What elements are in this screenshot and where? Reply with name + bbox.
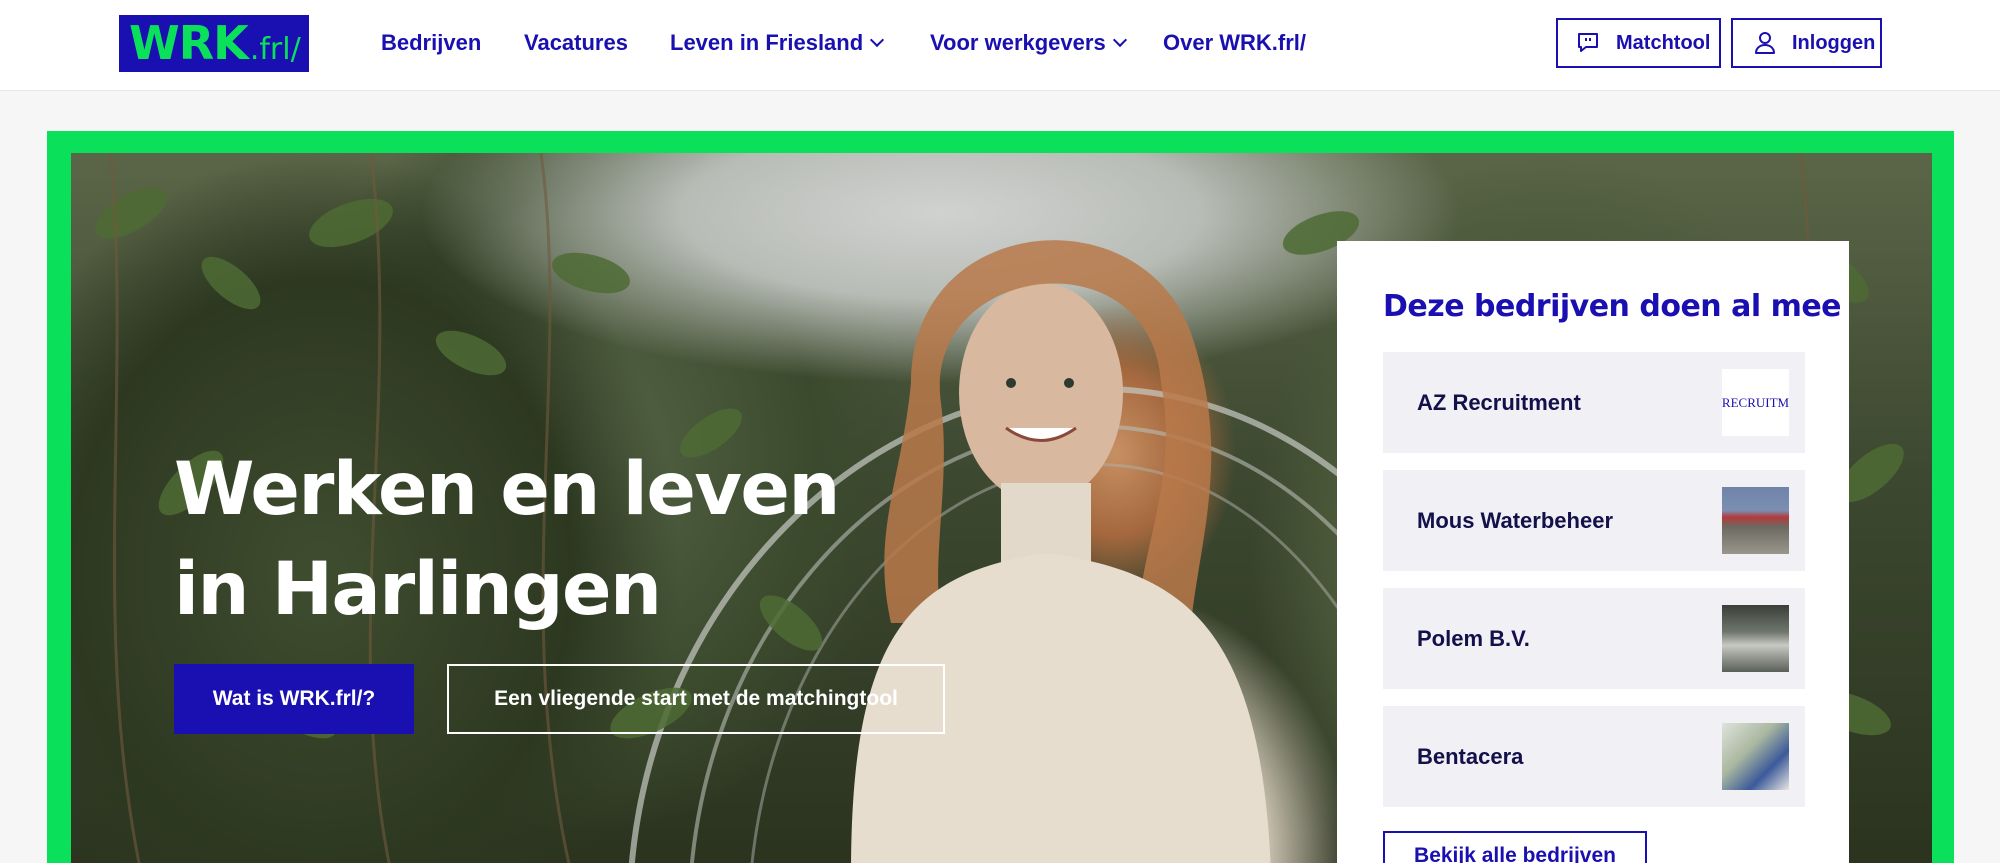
nav-item-bedrijven[interactable]: Bedrijven — [381, 30, 481, 56]
company-name: Bentacera — [1417, 743, 1524, 769]
nav-label: Bedrijven — [381, 30, 482, 55]
company-name: Polem B.V. — [1417, 625, 1530, 651]
view-all-companies-button[interactable]: Bekijk alle bedrijven — [1383, 831, 1647, 863]
company-item-polem[interactable]: Polem B.V. — [1383, 588, 1805, 689]
nav-label: Vacatures — [524, 30, 628, 55]
wrk-logo[interactable]: WRK .frl/ — [119, 15, 309, 72]
nav-item-over-wrk[interactable]: Over WRK.frl/ — [1163, 30, 1306, 56]
matchingtool-start-button[interactable]: Een vliegende start met de matchingtool — [447, 664, 945, 734]
what-is-wrk-button[interactable]: Wat is WRK.frl/? — [174, 664, 414, 734]
companies-card: Deze bedrijven doen al mee AZ Recruitmen… — [1337, 241, 1849, 863]
matchtool-button[interactable]: Matchtool — [1556, 18, 1721, 68]
logo-main-text: WRK — [129, 16, 249, 70]
company-photo — [1722, 723, 1789, 790]
nav-item-voor-werkgevers[interactable]: Voor werkgevers — [930, 30, 1127, 56]
company-logo: RECRUITM — [1722, 369, 1789, 436]
user-icon — [1755, 32, 1775, 54]
chevron-down-icon — [870, 32, 885, 48]
nav-label: Leven in Friesland — [670, 30, 864, 55]
nav-label: Voor werkgevers — [930, 30, 1106, 55]
logo-suffix-text: .frl/ — [249, 32, 301, 67]
login-label: Inloggen — [1792, 31, 1876, 54]
nav-item-vacatures[interactable]: Vacatures — [524, 30, 628, 56]
company-photo — [1722, 605, 1789, 672]
matchtool-label: Matchtool — [1616, 31, 1711, 54]
company-photo — [1722, 487, 1789, 554]
nav-label: Over WRK.frl/ — [1163, 30, 1307, 55]
hero-title-line-2: in Harlingen — [174, 547, 662, 632]
company-logo-text: RECRUITM — [1722, 394, 1789, 410]
chat-bubble-icon — [1578, 33, 1598, 52]
nav-item-leven-in-friesland[interactable]: Leven in Friesland — [670, 30, 885, 56]
hero-title: Werken en leven in Harlingen — [174, 440, 840, 640]
company-item-bentacera[interactable]: Bentacera — [1383, 706, 1805, 807]
company-item-mous-waterbeheer[interactable]: Mous Waterbeheer — [1383, 470, 1805, 571]
company-item-az-recruitment[interactable]: AZ Recruitment RECRUITM — [1383, 352, 1805, 453]
company-name: Mous Waterbeheer — [1417, 507, 1614, 533]
companies-card-title: Deze bedrijven doen al mee — [1383, 289, 1842, 324]
company-name: AZ Recruitment — [1417, 389, 1581, 415]
login-button[interactable]: Inloggen — [1731, 18, 1882, 68]
site-header: WRK .frl/ Bedrijven Vacatures Leven in F… — [0, 0, 2000, 91]
chevron-down-icon — [1112, 32, 1127, 48]
hero-title-line-1: Werken en leven — [174, 447, 840, 532]
